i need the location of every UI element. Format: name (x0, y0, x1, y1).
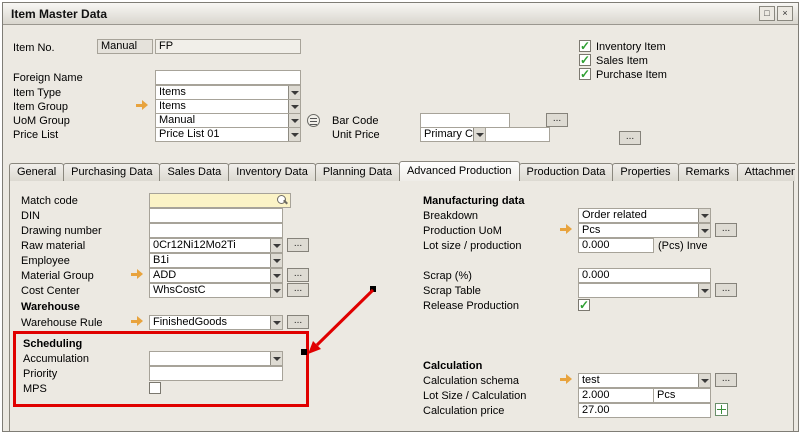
uom-group-label: UoM Group (13, 115, 70, 127)
sales-item-label: Sales Item (596, 55, 648, 67)
bar-code-label: Bar Code (332, 115, 378, 127)
purchase-item-checkbox[interactable] (579, 68, 591, 80)
uom-group-combo[interactable]: Manual (155, 113, 301, 128)
tab-general[interactable]: General (9, 163, 64, 181)
tab-bar: General Purchasing Data Sales Data Inven… (9, 161, 795, 181)
price-list-combo[interactable]: Price List 01 (155, 127, 301, 142)
item-group-value: Items (159, 100, 186, 112)
inventory-item-checkbox[interactable] (579, 40, 591, 52)
uom-group-value: Manual (159, 114, 195, 126)
foreign-name-field[interactable] (155, 70, 301, 85)
chevron-down-icon[interactable] (288, 85, 301, 100)
purchase-item-label: Purchase Item (596, 69, 667, 81)
sales-item-checkbox[interactable] (579, 54, 591, 66)
tab-attachment[interactable]: Attachment (737, 163, 795, 181)
chevron-down-icon[interactable] (288, 127, 301, 142)
bar-code-field[interactable] (420, 113, 510, 128)
item-type-label: Item Type (13, 87, 61, 99)
item-no-mode-field[interactable]: Manual (97, 39, 153, 54)
chevron-down-icon[interactable] (288, 99, 301, 114)
unit-price-browse-button[interactable]: ... (619, 131, 641, 145)
tab-sales-data[interactable]: Sales Data (159, 163, 229, 181)
item-master-data-window: Item Master Data □ × Item No. Manual FP … (2, 2, 799, 432)
tab-inventory-data[interactable]: Inventory Data (228, 163, 316, 181)
tab-production-data[interactable]: Production Data (519, 163, 614, 181)
link-arrow-icon[interactable] (136, 100, 149, 111)
item-group-combo[interactable]: Items (155, 99, 301, 114)
price-list-label: Price List (13, 129, 58, 141)
tab-purchasing-data[interactable]: Purchasing Data (63, 163, 160, 181)
window-title: Item Master Data (11, 7, 107, 21)
unit-price-label: Unit Price (332, 129, 380, 141)
bar-code-browse-button[interactable]: ... (546, 113, 568, 127)
item-type-value: Items (159, 86, 186, 98)
tab-remarks[interactable]: Remarks (678, 163, 738, 181)
tab-content-panel (9, 180, 794, 432)
window-restore-button[interactable]: □ (759, 6, 775, 21)
currency-combo[interactable]: Primary Curr (420, 127, 486, 142)
title-bar[interactable]: Item Master Data □ × (3, 3, 798, 25)
tab-planning-data[interactable]: Planning Data (315, 163, 400, 181)
item-no-label: Item No. (13, 42, 55, 54)
item-type-combo[interactable]: Items (155, 85, 301, 100)
tab-properties[interactable]: Properties (612, 163, 678, 181)
foreign-name-label: Foreign Name (13, 72, 83, 84)
unit-price-field[interactable] (485, 127, 550, 142)
chevron-down-icon[interactable] (288, 113, 301, 128)
uom-detail-icon[interactable] (307, 114, 320, 127)
tab-advanced-production[interactable]: Advanced Production (399, 161, 520, 181)
price-list-value: Price List 01 (159, 128, 220, 140)
inventory-item-label: Inventory Item (596, 41, 666, 53)
item-no-field[interactable]: FP (155, 39, 301, 54)
item-group-label: Item Group (13, 101, 68, 113)
window-close-button[interactable]: × (777, 6, 793, 21)
